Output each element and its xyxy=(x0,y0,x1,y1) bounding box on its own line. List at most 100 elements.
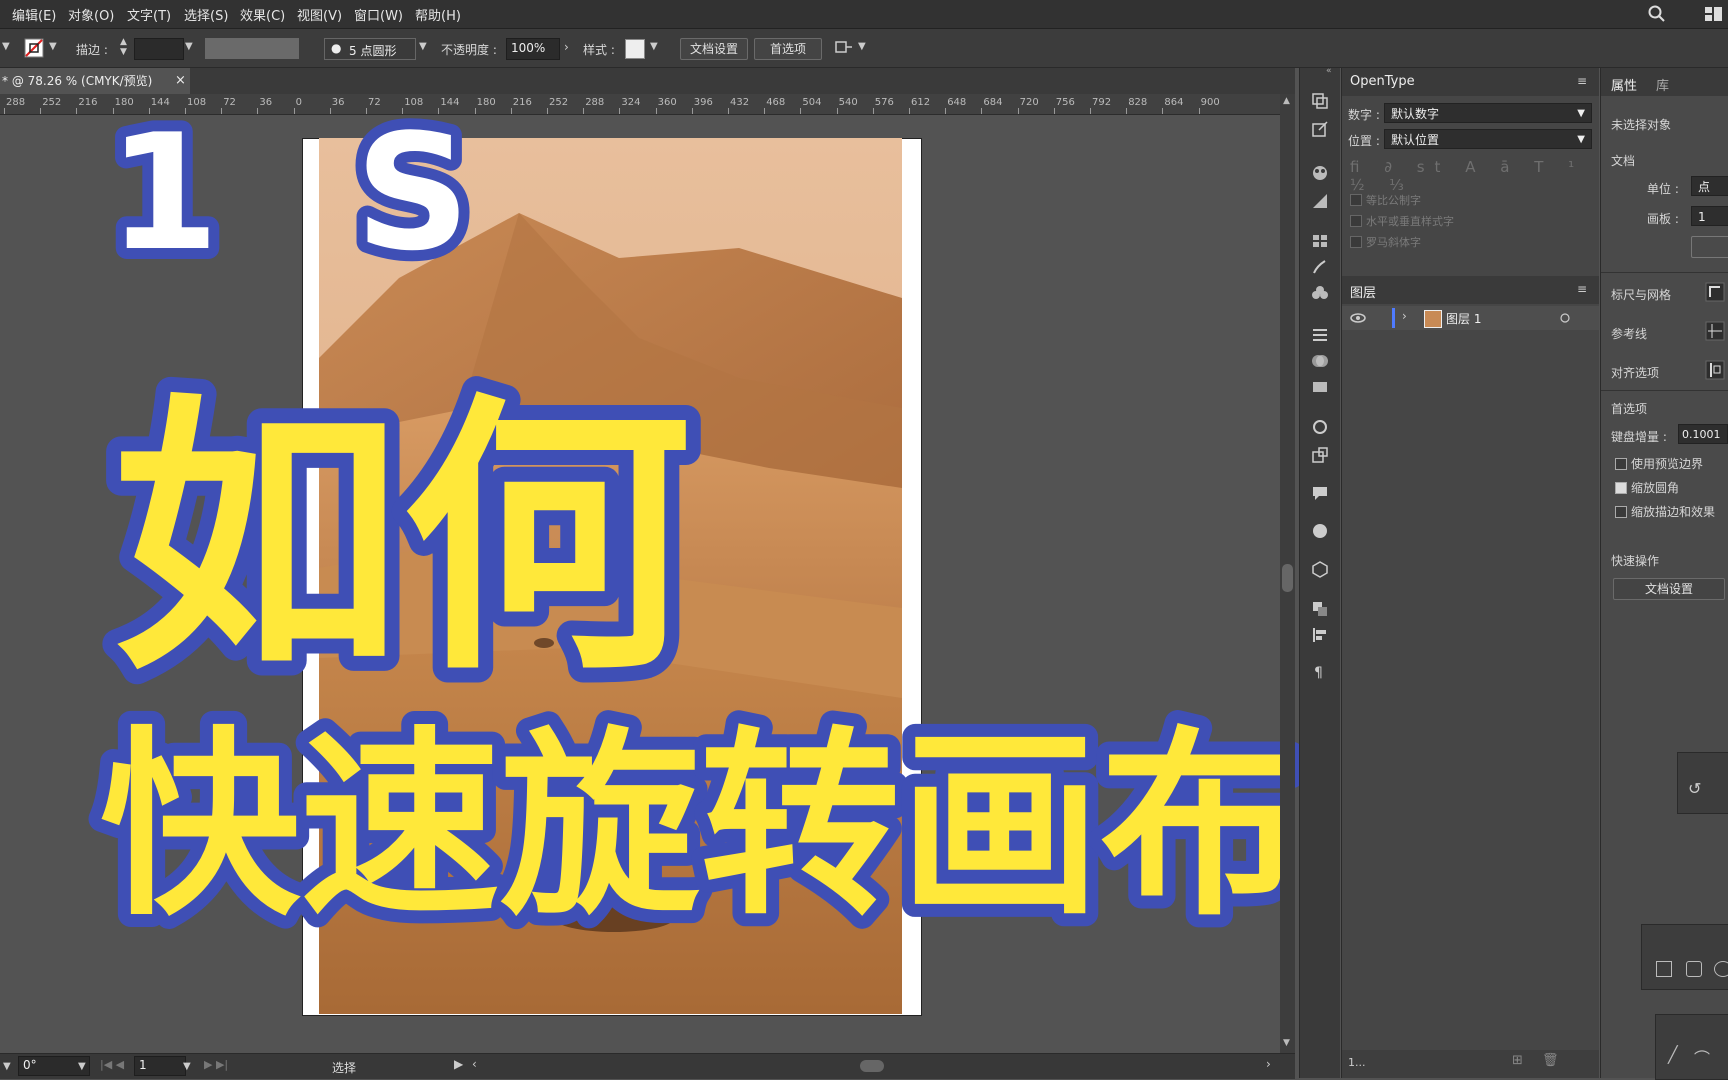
collapse-icon[interactable]: « xyxy=(1326,66,1332,76)
guides-icon[interactable] xyxy=(1705,321,1725,341)
layer-color-bar xyxy=(1392,308,1395,328)
opentype-option-3: 罗马斜体字 xyxy=(1366,236,1421,249)
chevron-down-icon[interactable]: ▼ xyxy=(3,1061,11,1072)
layers-footer: 1... ⊞ 🗑 xyxy=(1342,1050,1599,1078)
scroll-thumb[interactable] xyxy=(1282,564,1293,592)
appearance-icon[interactable] xyxy=(1311,418,1329,436)
paragraph-icon[interactable]: ¶ xyxy=(1314,665,1323,681)
swatches-icon[interactable] xyxy=(1311,232,1329,250)
stroke-panel-icon[interactable] xyxy=(1311,326,1329,344)
overlay-line-1: 1 S xyxy=(108,99,510,286)
chevron-down-icon[interactable]: ▼ xyxy=(78,1061,86,1072)
trash-icon[interactable]: 🗑 xyxy=(1542,1053,1559,1068)
scroll-down-icon[interactable]: ▼ xyxy=(1283,1038,1290,1048)
transparency-icon[interactable] xyxy=(1311,352,1329,370)
line-tool-icon[interactable]: ╱ xyxy=(1668,1045,1678,1064)
3d-cube-icon[interactable] xyxy=(1311,560,1329,578)
rounded-rectangle-icon[interactable] xyxy=(1686,961,1702,977)
chevron-down-icon: ▼ xyxy=(1577,134,1585,145)
overlay-line-3: 快速旋转画布 xyxy=(100,710,1300,943)
align-icon[interactable] xyxy=(1311,626,1329,644)
layers-title[interactable]: 图层 xyxy=(1350,282,1376,301)
divider xyxy=(1601,272,1728,273)
export-icon[interactable] xyxy=(1311,120,1329,138)
brushes-icon[interactable] xyxy=(1311,258,1329,276)
pathfinder-icon[interactable] xyxy=(1311,600,1329,618)
checkbox-scale-corners[interactable] xyxy=(1615,482,1627,494)
floating-shapes-panel xyxy=(1641,924,1728,990)
position-select[interactable]: 默认位置 ▼ xyxy=(1384,129,1592,149)
page-value: 1 xyxy=(139,1058,147,1072)
rotate-icon[interactable]: ↺ xyxy=(1688,779,1701,798)
first-page-icon[interactable]: |◀ ◀ xyxy=(100,1058,124,1071)
title-overlay: 1 S 如何 快速旋转画布 xyxy=(87,88,1300,956)
ruler-icon[interactable] xyxy=(1705,282,1725,302)
color-guide-icon[interactable] xyxy=(1311,192,1329,210)
tab-libraries[interactable]: 库 xyxy=(1656,75,1669,94)
checkbox[interactable] xyxy=(1350,215,1362,227)
panel-icon-strip: « ¶ xyxy=(1299,66,1340,1078)
comments-icon[interactable] xyxy=(1311,484,1329,502)
target-circle-icon[interactable] xyxy=(1560,313,1570,323)
opentype-glyph-buttons[interactable]: ﬁ ∂ st A ā T ¹ ½ ⅓ xyxy=(1350,158,1590,194)
checkbox-scale-strokes[interactable] xyxy=(1615,506,1627,518)
eye-icon[interactable] xyxy=(1350,312,1366,324)
unit-select[interactable]: 点 xyxy=(1691,176,1728,196)
scroll-up-icon[interactable]: ▲ xyxy=(1283,96,1290,106)
panel-menu-icon[interactable]: ≡ xyxy=(1577,74,1587,88)
floating-rotate-panel: ↺ xyxy=(1677,752,1728,814)
horizontal-scroll-thumb[interactable] xyxy=(860,1060,884,1072)
scale-strokes-label: 缩放描边和效果 xyxy=(1631,505,1716,519)
checkbox[interactable] xyxy=(1350,236,1362,248)
panel-menu-icon[interactable]: ≡ xyxy=(1577,282,1587,296)
layer-thumbnail xyxy=(1424,310,1442,328)
opentype-title[interactable]: OpenType xyxy=(1350,74,1415,89)
status-bar: ▼ 0° ▼ |◀ ◀ 1 ▼ ▶ ▶| 选择 ▶ ‹ › xyxy=(0,1053,1295,1079)
symbols-icon[interactable] xyxy=(1311,284,1329,302)
color-icon[interactable] xyxy=(1311,164,1329,182)
overlay-line-2: 如何 xyxy=(112,372,692,709)
checkbox[interactable] xyxy=(1350,194,1362,206)
layer-name[interactable]: 图层 1 xyxy=(1446,310,1481,327)
edit-artboards-button[interactable] xyxy=(1691,236,1728,258)
artboard-select[interactable]: 1 xyxy=(1691,206,1728,226)
unit-value: 点 xyxy=(1698,180,1711,194)
chevron-down-icon[interactable]: ▼ xyxy=(183,1061,191,1072)
quick-actions-label: 快速操作 xyxy=(1611,554,1660,568)
tab-properties[interactable]: 属性 xyxy=(1611,75,1637,94)
search-icon[interactable] xyxy=(1648,5,1666,23)
key-increment-value: 0.1001 xyxy=(1682,428,1721,441)
vertical-scrollbar[interactable]: ▲ ▼ xyxy=(1280,94,1295,1053)
page-input[interactable]: 1 xyxy=(134,1056,186,1076)
chevron-down-icon: ▼ xyxy=(1577,108,1585,119)
layer-count: 1... xyxy=(1348,1056,1366,1069)
last-page-icon[interactable]: ▶ ▶| xyxy=(204,1058,228,1071)
number-select[interactable]: 默认数字 ▼ xyxy=(1384,103,1592,123)
align-options-icon[interactable] xyxy=(1705,360,1725,380)
chevron-right-icon[interactable]: ▶ xyxy=(454,1057,463,1071)
current-tool: 选择 xyxy=(332,1061,357,1075)
chevron-left-icon[interactable]: ‹ xyxy=(472,1057,477,1071)
rulers-grid-label: 标尺与网格 xyxy=(1611,288,1672,302)
properties-tabs: 属性 库 xyxy=(1601,68,1728,96)
new-layer-icon[interactable]: ⊞ xyxy=(1512,1053,1523,1068)
chevron-right-icon[interactable]: › xyxy=(1266,1057,1271,1071)
artboards-icon[interactable] xyxy=(1311,92,1329,110)
globe-icon[interactable] xyxy=(1311,522,1329,540)
quick-document-setup-button[interactable]: 文档设置 xyxy=(1613,578,1725,600)
chevron-right-icon[interactable]: › xyxy=(1402,309,1407,323)
floating-lines-panel: ╱ ⌒ xyxy=(1655,1014,1728,1080)
opentype-option-2: 水平或垂直样式字 xyxy=(1366,215,1454,228)
arc-tool-icon[interactable]: ⌒ xyxy=(1694,1045,1710,1069)
ellipse-icon[interactable] xyxy=(1714,961,1728,977)
opentype-layers-panel: OpenType ≡ 数字 : 默认数字 ▼ 位置 : 默认位置 ▼ ﬁ ∂ s… xyxy=(1341,68,1599,1078)
rectangle-icon[interactable] xyxy=(1656,961,1672,977)
key-increment-input[interactable]: 0.1001 xyxy=(1678,424,1728,444)
layer-row[interactable]: › 图层 1 xyxy=(1342,306,1599,330)
gradient-icon[interactable] xyxy=(1311,378,1329,396)
transform-icon[interactable] xyxy=(1311,446,1329,464)
artboard-label: 画板 : xyxy=(1647,212,1679,226)
checkbox-preview-bounds[interactable] xyxy=(1615,458,1627,470)
workspace-icon[interactable] xyxy=(1704,6,1724,22)
layers-header: 图层 ≡ xyxy=(1342,276,1599,304)
